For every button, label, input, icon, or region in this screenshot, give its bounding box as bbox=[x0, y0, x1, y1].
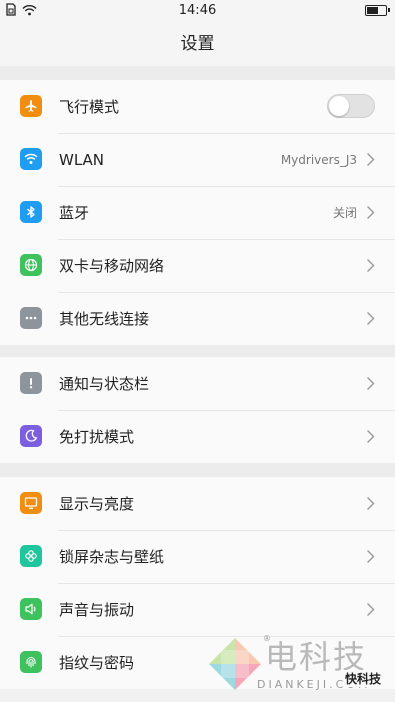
status-bar: 14:46 bbox=[0, 0, 395, 22]
settings-item-airplane-mode[interactable]: 飞行模式 bbox=[0, 80, 395, 133]
display-icon bbox=[20, 492, 42, 514]
settings-item-sound-vibration[interactable]: 声音与振动 bbox=[0, 583, 395, 636]
watermark-logo bbox=[209, 638, 261, 690]
fingerprint-icon bbox=[20, 651, 42, 673]
chevron-right-icon bbox=[367, 312, 375, 325]
settings-item-other-wireless[interactable]: 其他无线连接 bbox=[0, 292, 395, 345]
page-title: 设置 bbox=[180, 34, 215, 54]
settings-item-label: 其他无线连接 bbox=[59, 310, 150, 328]
airplane-mode-toggle[interactable] bbox=[327, 94, 375, 118]
toggle-knob bbox=[329, 96, 349, 116]
battery-icon bbox=[365, 5, 390, 16]
registered-mark: ® bbox=[263, 634, 271, 643]
flower-icon bbox=[20, 545, 42, 567]
chevron-right-icon bbox=[367, 603, 375, 616]
chevron-right-icon bbox=[367, 377, 375, 390]
speaker-icon bbox=[20, 598, 42, 620]
settings-item-label: 指纹与密码 bbox=[59, 654, 135, 672]
settings-item-label: WLAN bbox=[59, 150, 105, 169]
section-divider bbox=[0, 463, 395, 477]
globe-icon bbox=[20, 254, 42, 276]
chevron-right-icon bbox=[367, 497, 375, 510]
bluetooth-icon bbox=[20, 201, 42, 223]
watermark-brand: 快科技 bbox=[342, 670, 383, 687]
settings-item-notifications-status-bar[interactable]: 通知与状态栏 bbox=[0, 357, 395, 410]
status-bar-time: 14:46 bbox=[178, 3, 217, 18]
settings-item-label: 通知与状态栏 bbox=[59, 375, 150, 393]
bluetooth-status: 关闭 bbox=[332, 206, 357, 220]
chevron-right-icon bbox=[367, 206, 375, 219]
settings-item-label: 双卡与移动网络 bbox=[59, 257, 165, 275]
chevron-right-icon bbox=[367, 550, 375, 563]
wifi-icon bbox=[20, 148, 42, 170]
chevron-right-icon bbox=[367, 153, 375, 166]
settings-item-dual-sim-network[interactable]: 双卡与移动网络 bbox=[0, 239, 395, 292]
settings-group-notifications: 通知与状态栏 免打扰模式 bbox=[0, 357, 395, 463]
settings-item-wlan[interactable]: WLAN Mydrivers_J3 bbox=[0, 133, 395, 186]
settings-item-lockscreen-wallpaper[interactable]: 锁屏杂志与壁纸 bbox=[0, 530, 395, 583]
exclamation-icon bbox=[20, 372, 42, 394]
settings-item-label: 声音与振动 bbox=[59, 601, 135, 619]
watermark: 电科技 DIANKEJI.COM 快科技 ® bbox=[207, 634, 387, 698]
settings-group-connections: 飞行模式 WLAN Mydrivers_J3 蓝牙 关闭 双卡与移动网络 其他无… bbox=[0, 80, 395, 345]
settings-item-label: 飞行模式 bbox=[59, 98, 120, 116]
settings-item-label: 蓝牙 bbox=[59, 204, 90, 222]
section-divider bbox=[0, 66, 395, 80]
settings-item-bluetooth[interactable]: 蓝牙 关闭 bbox=[0, 186, 395, 239]
chevron-right-icon bbox=[367, 430, 375, 443]
settings-item-do-not-disturb[interactable]: 免打扰模式 bbox=[0, 410, 395, 463]
moon-icon bbox=[20, 425, 42, 447]
title-bar: 设置 bbox=[0, 22, 395, 66]
wlan-network-name: Mydrivers_J3 bbox=[280, 152, 357, 167]
settings-item-label: 锁屏杂志与壁纸 bbox=[59, 548, 165, 566]
settings-item-label: 免打扰模式 bbox=[59, 428, 135, 446]
more-icon bbox=[20, 307, 42, 329]
settings-item-label: 显示与亮度 bbox=[59, 495, 135, 513]
section-divider bbox=[0, 345, 395, 357]
chevron-right-icon bbox=[367, 259, 375, 272]
settings-item-display-brightness[interactable]: 显示与亮度 bbox=[0, 477, 395, 530]
airplane-icon bbox=[20, 95, 42, 117]
